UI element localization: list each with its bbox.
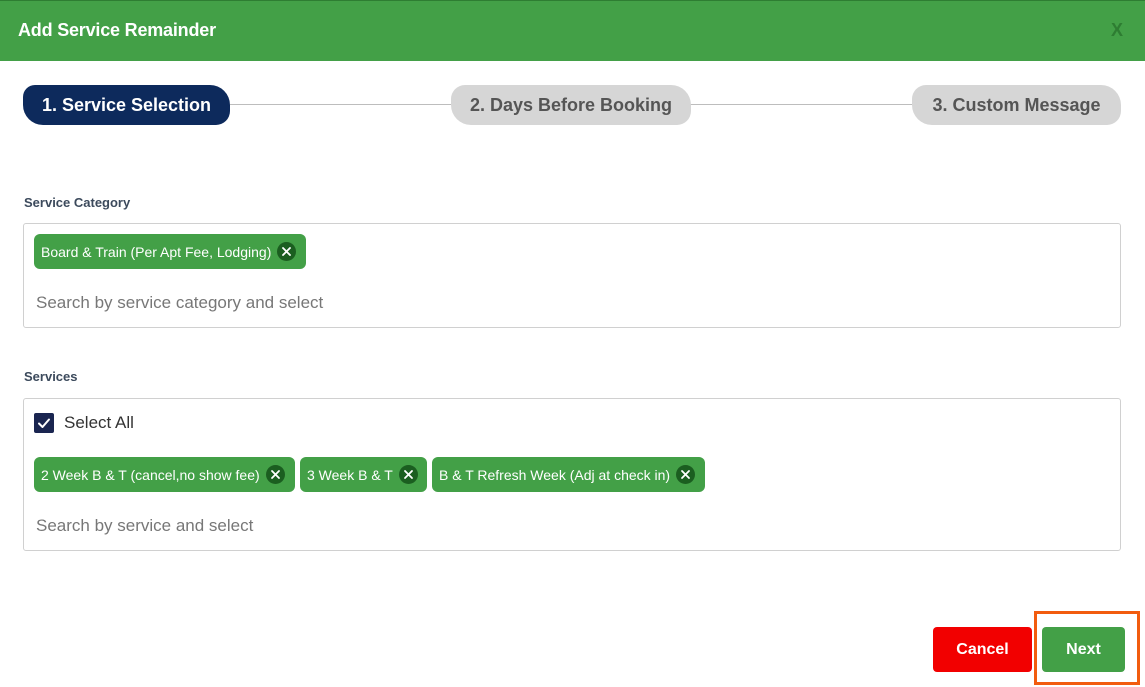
service-chip: 2 Week B & T (cancel,no show fee) bbox=[34, 457, 295, 492]
select-all-label: Select All bbox=[64, 413, 134, 432]
chip-label: Board & Train (Per Apt Fee, Lodging) bbox=[41, 243, 272, 260]
cancel-button[interactable]: Cancel bbox=[933, 627, 1032, 672]
services-multiselect[interactable]: Select All 2 Week B & T (cancel,no show … bbox=[23, 398, 1121, 551]
remove-chip-icon[interactable] bbox=[398, 465, 418, 484]
service-chip: 3 Week B & T bbox=[300, 457, 427, 492]
service-category-label: Service Category bbox=[24, 195, 131, 210]
chip-label: 2 Week B & T (cancel,no show fee) bbox=[41, 466, 260, 483]
chip-label: 3 Week B & T bbox=[307, 466, 393, 483]
close-button[interactable]: X bbox=[1111, 20, 1123, 41]
services-label: Services bbox=[24, 369, 78, 384]
category-chip: Board & Train (Per Apt Fee, Lodging) bbox=[34, 234, 306, 269]
services-search-input[interactable] bbox=[36, 513, 1106, 539]
chip-label: B & T Refresh Week (Adj at check in) bbox=[439, 466, 671, 483]
remove-chip-icon[interactable] bbox=[265, 465, 285, 484]
select-all-checkbox[interactable]: Select All bbox=[34, 413, 134, 433]
step-days-before-booking[interactable]: 2. Days Before Booking bbox=[451, 85, 691, 125]
checkbox-checked-icon[interactable] bbox=[34, 413, 54, 433]
dialog-title: Add Service Remainder bbox=[18, 20, 216, 40]
service-category-search-input[interactable] bbox=[36, 290, 1106, 316]
next-button[interactable]: Next bbox=[1042, 627, 1125, 672]
service-chip: B & T Refresh Week (Adj at check in) bbox=[432, 457, 705, 492]
dialog-header: Add Service Remainder X bbox=[0, 0, 1145, 61]
step-service-selection[interactable]: 1. Service Selection bbox=[23, 85, 230, 125]
service-category-multiselect[interactable]: Board & Train (Per Apt Fee, Lodging) bbox=[23, 223, 1121, 328]
step-custom-message[interactable]: 3. Custom Message bbox=[912, 85, 1121, 125]
remove-chip-icon[interactable] bbox=[676, 465, 696, 484]
remove-chip-icon[interactable] bbox=[277, 242, 297, 261]
